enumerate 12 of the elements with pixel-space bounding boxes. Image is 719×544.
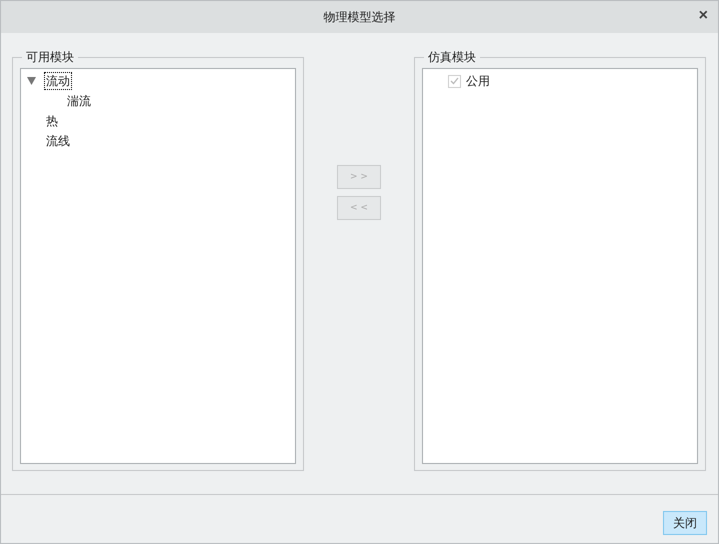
close-button[interactable]: × [694,7,712,25]
group-title: 可用模块 [25,49,75,66]
group-title: 仿真模块 [427,49,477,66]
tree-item[interactable]: 流线 [45,133,71,149]
tree-item[interactable]: 湍流 [66,93,92,109]
checkbox-label: 公用 [466,72,490,90]
tree-item[interactable]: 流动 [45,73,71,89]
tree-item[interactable]: 热 [45,113,59,129]
close-dialog-button[interactable]: 关闭 [663,511,707,535]
expanded-triangle-icon[interactable] [27,77,36,85]
module-tree[interactable]: 流动 湍流 热 流线 [20,68,296,464]
window-title: 物理模型选择 [324,8,396,26]
